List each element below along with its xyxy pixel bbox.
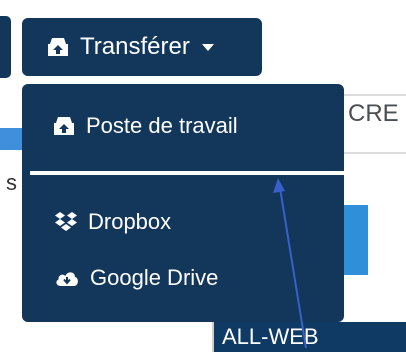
- transfer-dropdown-menu: Poste de travail Dropbox Google Drive: [22, 84, 344, 322]
- dropbox-icon: [54, 211, 78, 233]
- divider-line: [344, 94, 406, 96]
- menu-item-dropbox[interactable]: Dropbox: [22, 202, 344, 242]
- caret-down-icon: [201, 43, 214, 51]
- menu-item-label: Poste de travail: [86, 113, 238, 138]
- text-fragment-s: s: [6, 170, 17, 195]
- column-header-fragment: CRE: [348, 100, 399, 127]
- divider-line: [344, 152, 406, 154]
- menu-item-poste-de-travail[interactable]: Poste de travail: [22, 106, 344, 146]
- selected-row-fragment: [0, 128, 22, 150]
- menu-item-google-drive[interactable]: Google Drive: [22, 258, 344, 298]
- transfer-button[interactable]: Transférer: [22, 18, 262, 76]
- upload-tray-icon: [46, 36, 70, 58]
- upload-tray-icon: [52, 115, 76, 137]
- folder-row-all-web[interactable]: ALL-WEB: [214, 322, 406, 352]
- menu-separator: [30, 171, 344, 175]
- menu-item-label: Dropbox: [88, 209, 172, 234]
- transfer-button-label: Transférer: [80, 33, 190, 60]
- cloud-download-icon: [54, 268, 80, 288]
- partial-toolbar-button[interactable]: [0, 16, 11, 78]
- menu-item-label: Google Drive: [90, 265, 219, 290]
